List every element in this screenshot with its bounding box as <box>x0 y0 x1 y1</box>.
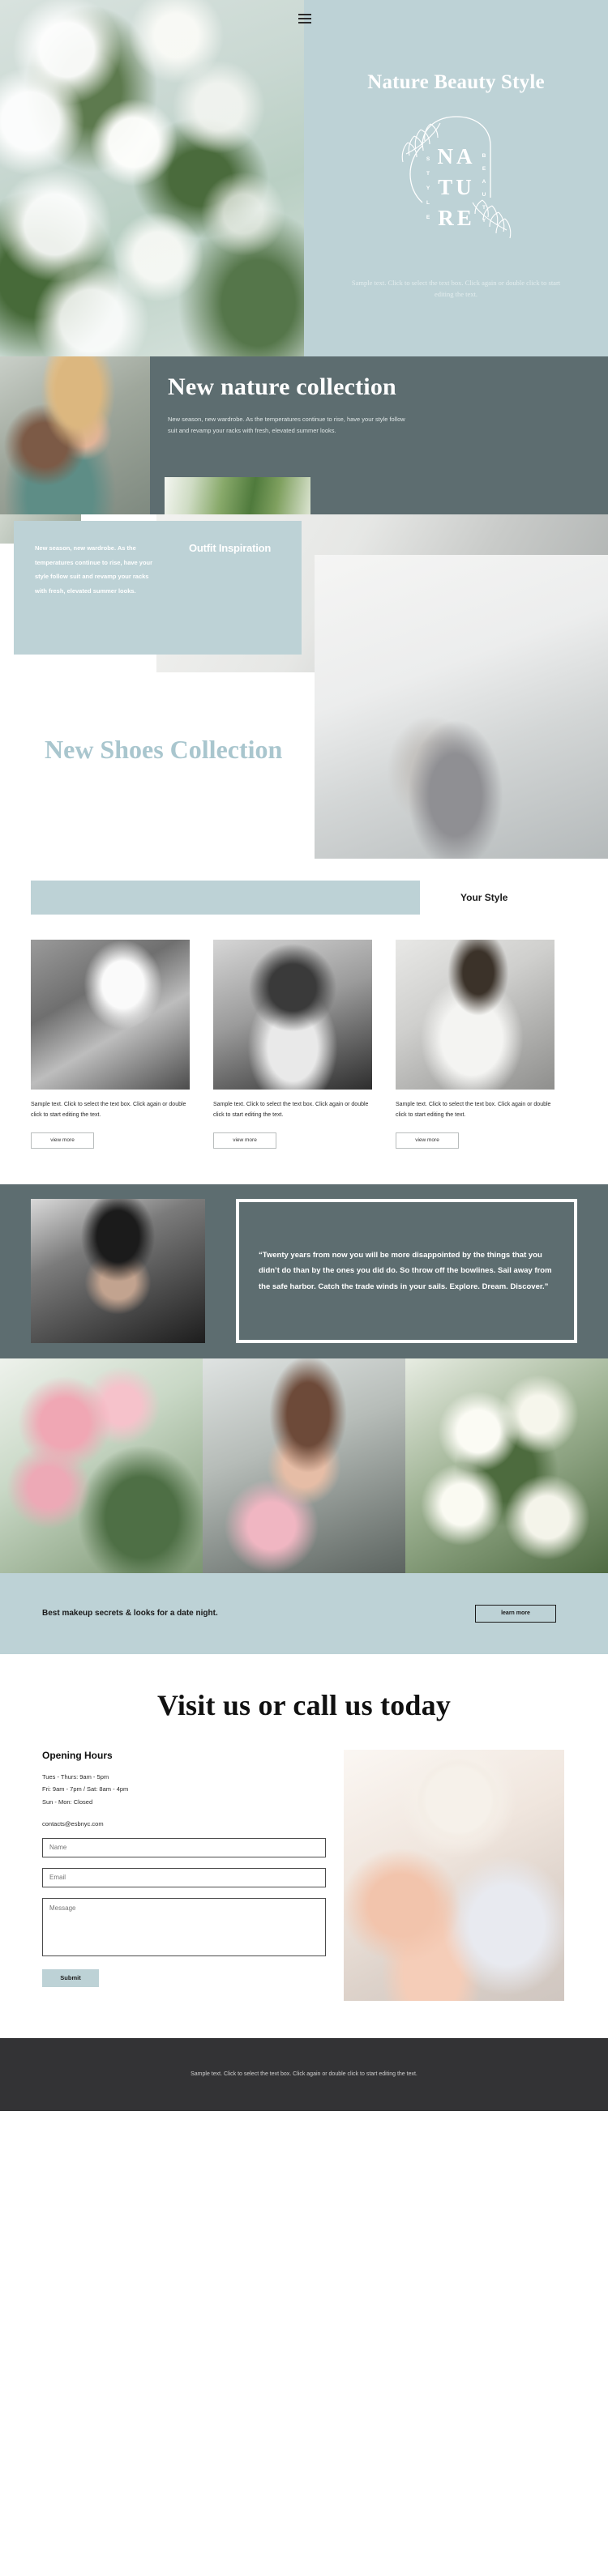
shoes-collection-title: New Shoes Collection <box>45 735 283 764</box>
list-item: Sample text. Click to select the text bo… <box>31 940 190 1149</box>
nature-collection-title: New nature collection <box>168 373 396 400</box>
svg-text:B: B <box>482 153 486 159</box>
nature-collection-section: New nature collection New season, new wa… <box>0 356 608 544</box>
list-item: Sample text. Click to select the text bo… <box>213 940 372 1149</box>
flower-gallery <box>0 1358 608 1573</box>
card-text: Sample text. Click to select the text bo… <box>396 1102 551 1119</box>
hero-flowers-image <box>0 0 304 356</box>
svg-text:T: T <box>482 205 486 211</box>
svg-text:TU: TU <box>438 175 475 199</box>
outfit-title: Outfit Inspiration <box>189 542 272 554</box>
quote-box: “Twenty years from now you will be more … <box>236 1199 577 1344</box>
nature-collection-panel: New nature collection New season, new wa… <box>150 356 608 544</box>
white-roses-image <box>405 1358 608 1573</box>
outfit-paragraph: New season, new wardrobe. As the tempera… <box>35 544 153 595</box>
submit-button[interactable]: Submit <box>42 1968 99 1987</box>
nature-logo-emblem: NA TU RE S T Y L E B E A U T Y <box>401 116 511 239</box>
woman-hat-image <box>0 356 150 514</box>
view-more-button[interactable]: view more <box>31 1132 94 1149</box>
svg-text:E: E <box>482 166 486 172</box>
shoes-image <box>315 555 608 863</box>
view-more-button[interactable]: view more <box>396 1132 459 1149</box>
card-text: Sample text. Click to select the text bo… <box>31 1102 186 1119</box>
your-style-label: Your Style <box>460 892 508 903</box>
opening-hours-title: Opening Hours <box>42 1749 113 1761</box>
footer-text: Sample text. Click to select the text bo… <box>191 2071 417 2077</box>
coffee-book-image <box>344 1749 564 2001</box>
svg-text:U: U <box>482 192 486 198</box>
svg-text:E: E <box>426 215 430 220</box>
hamburger-menu-icon[interactable] <box>298 11 311 26</box>
email-field[interactable] <box>42 1867 326 1887</box>
card-image <box>396 940 554 1090</box>
contact-form-column: Opening Hours Tues - Thurs: 9am - 5pm Fr… <box>42 1750 326 2001</box>
makeup-section: Best makeup secrets & looks for a date n… <box>0 1572 608 1654</box>
svg-text:L: L <box>426 200 430 206</box>
view-more-button[interactable]: view more <box>213 1132 276 1149</box>
quote-section: “Twenty years from now you will be more … <box>0 1184 608 1358</box>
shoes-collection-section: New Shoes Collection <box>0 555 608 863</box>
style-card-list: Sample text. Click to select the text bo… <box>0 922 608 1149</box>
page-title: Nature Beauty Style <box>367 71 545 93</box>
message-field[interactable] <box>42 1897 326 1956</box>
svg-text:Y: Y <box>426 186 430 191</box>
your-style-header: Your Style <box>0 873 608 922</box>
svg-text:S: S <box>426 156 430 162</box>
opening-hours-list: Tues - Thurs: 9am - 5pm Fri: 9am - 7pm /… <box>42 1772 129 1806</box>
makeup-heading: Best makeup secrets & looks for a date n… <box>42 1608 218 1618</box>
hero-panel: Nature Beauty Style NA TU RE S T Y L E B… <box>304 0 608 356</box>
your-style-section: Your Style Sample text. Click to select … <box>0 859 608 1149</box>
hero-subtext: Sample text. Click to select the text bo… <box>351 279 561 299</box>
svg-text:NA: NA <box>437 144 475 168</box>
learn-more-button[interactable]: learn more <box>475 1604 556 1623</box>
woman-flowers-image <box>203 1358 405 1573</box>
contact-section: Visit us or call us today Opening Hours … <box>0 1653 608 2038</box>
roses-image <box>0 1358 203 1573</box>
contact-email: contacts@esbnyc.com <box>42 1819 104 1828</box>
svg-text:T: T <box>426 171 430 177</box>
quote-text: “Twenty years from now you will be more … <box>259 1250 552 1291</box>
contact-body: Opening Hours Tues - Thurs: 9am - 5pm Fr… <box>0 1749 608 2001</box>
hero-section: Nature Beauty Style NA TU RE S T Y L E B… <box>0 0 608 356</box>
nature-collection-paragraph: New season, new wardrobe. As the tempera… <box>168 416 405 434</box>
contact-title: Visit us or call us today <box>156 1688 452 1721</box>
footer: Sample text. Click to select the text bo… <box>0 2037 608 2111</box>
list-item: Sample text. Click to select the text bo… <box>396 940 554 1149</box>
name-field[interactable] <box>42 1837 326 1857</box>
svg-text:RE: RE <box>438 206 475 230</box>
card-image <box>213 940 372 1090</box>
quote-portrait-image <box>31 1199 205 1344</box>
svg-text:A: A <box>482 179 486 185</box>
your-style-band <box>31 881 420 915</box>
card-text: Sample text. Click to select the text bo… <box>213 1102 369 1119</box>
svg-text:Y: Y <box>482 218 486 224</box>
card-image <box>31 940 190 1090</box>
landing-page: Nature Beauty Style NA TU RE S T Y L E B… <box>0 0 608 2111</box>
